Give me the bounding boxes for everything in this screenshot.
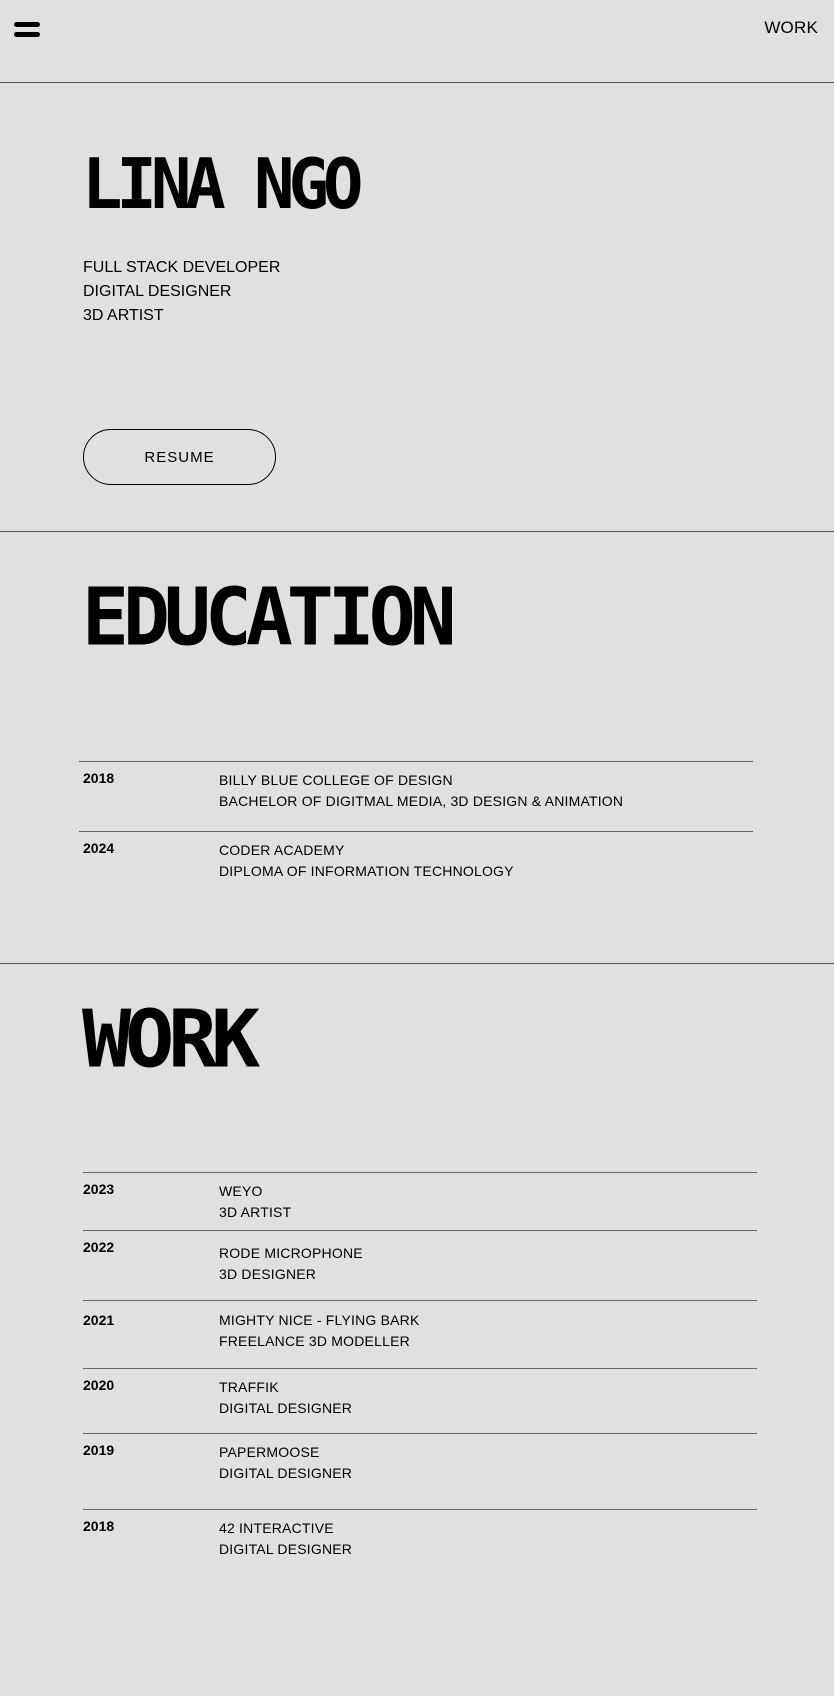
work-role: DIGITAL DESIGNER [219,1400,353,1416]
education-title: EDUCATION [82,571,457,664]
work-row: 2021 MIGHTY NICE - FLYING BARK FREELANCE… [83,1300,757,1369]
work-row: 2022 RODE MICROPHONE 3D DESIGNER [83,1230,757,1301]
education-row: 2018 BILLY BLUE COLLEGE OF DESIGN BACHEL… [79,761,753,830]
education-year: 2024 [83,840,115,856]
role-item: DIGITAL DESIGNER [83,283,232,300]
education-school: BILLY BLUE COLLEGE OF DESIGN [219,772,453,788]
education-school: CODER ACADEMY [219,842,345,858]
work-role: DIGITAL DESIGNER [219,1541,353,1557]
work-role: 3D ARTIST [219,1204,292,1220]
section-divider [0,963,834,964]
work-year: 2022 [83,1239,115,1255]
work-year: 2023 [83,1181,115,1197]
work-company: MIGHTY NICE - FLYING BARK [219,1312,420,1328]
education-degree: BACHELOR OF DIGITMAL MEDIA, 3D DESIGN & … [219,793,624,809]
work-row: 2019 PAPERMOOSE DIGITAL DESIGNER [83,1433,757,1510]
menu-icon-bar-top [14,22,40,27]
role-item: FULL STACK DEVELOPER [83,259,281,276]
work-role: 3D DESIGNER [219,1266,317,1282]
work-year: 2018 [83,1518,115,1534]
education-row: 2024 CODER ACADEMY DIPLOMA OF INFORMATIO… [79,831,753,900]
work-year: 2021 [83,1312,115,1328]
education-year: 2018 [83,770,115,786]
resume-button[interactable]: RESUME [83,429,276,485]
section-divider [0,531,834,532]
work-year: 2019 [83,1442,115,1458]
work-row: 2023 WEYO 3D ARTIST [83,1172,757,1231]
role-item: 3D ARTIST [83,307,164,324]
site-header: WORK [0,0,834,83]
work-company: RODE MICROPHONE [219,1245,363,1261]
work-row: 2020 TRAFFIK DIGITAL DESIGNER [83,1368,757,1434]
work-role: FREELANCE 3D MODELLER [219,1333,410,1349]
hero-roles: FULL STACK DEVELOPER DIGITAL DESIGNER 3D… [83,256,280,328]
menu-icon-bar-bottom [14,32,40,37]
work-company: WEYO [219,1183,263,1199]
work-year: 2020 [83,1377,115,1393]
work-role: DIGITAL DESIGNER [219,1465,353,1481]
hero-name: LINA NGO [82,143,363,225]
work-company: 42 INTERACTIVE [219,1520,334,1536]
work-company: TRAFFIK [219,1379,279,1395]
work-row: 2018 42 INTERACTIVE DIGITAL DESIGNER [83,1509,757,1580]
nav-work-link[interactable]: WORK [764,18,818,38]
work-company: PAPERMOOSE [219,1444,320,1460]
education-degree: DIPLOMA OF INFORMATION TECHNOLOGY [219,863,514,879]
menu-icon[interactable] [14,20,42,40]
work-title: WORK [82,993,260,1086]
